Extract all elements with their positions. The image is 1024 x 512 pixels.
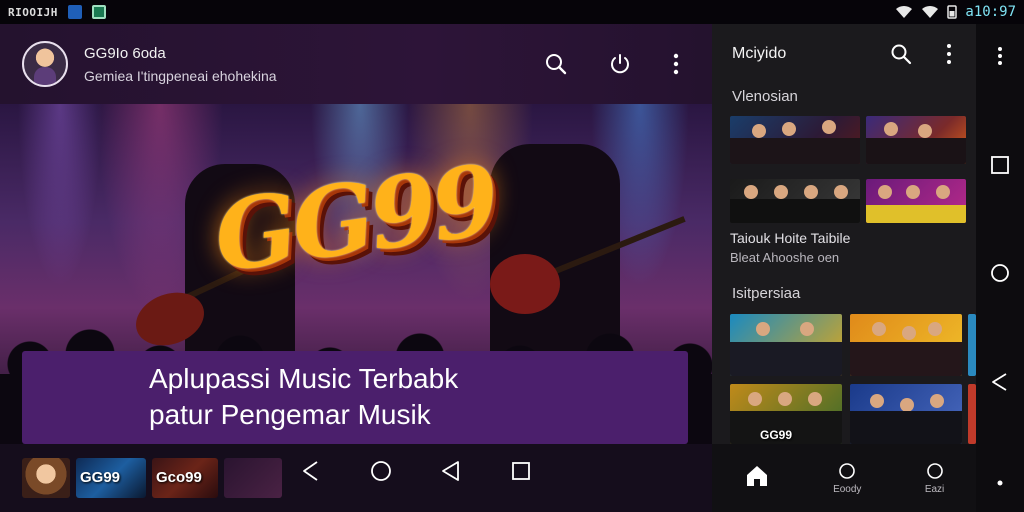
album-tile-partial[interactable]	[968, 314, 976, 376]
artist-face	[808, 392, 822, 406]
home-circle-icon[interactable]	[990, 263, 1010, 283]
square-icon[interactable]	[510, 460, 532, 482]
banner-line-2: patur Pengemar Musik	[149, 399, 431, 430]
artist-face	[884, 122, 898, 136]
notification-icon	[67, 5, 82, 19]
artist-face	[930, 394, 944, 408]
side-panel-title: Mciyido	[732, 45, 787, 62]
more-vert-icon[interactable]	[672, 52, 680, 76]
artist-face	[774, 185, 788, 199]
artist-face	[906, 185, 920, 199]
artist-face	[778, 392, 792, 406]
more-vert-icon[interactable]	[946, 43, 952, 65]
artist-face	[872, 322, 886, 336]
tile-badge: GG99	[760, 428, 793, 442]
tile-band	[730, 137, 860, 164]
artist-face	[900, 398, 914, 412]
wifi-icon	[896, 5, 913, 18]
trending-title: Taiouk Hoite Taibile	[730, 230, 851, 246]
circle-icon	[926, 462, 943, 479]
app-notification-icon	[91, 5, 106, 19]
promo-banner[interactable]: Aplupassi Music Terbabk patur Pengemar M…	[22, 351, 688, 444]
artist-face	[918, 124, 932, 138]
artist-face	[804, 185, 818, 199]
battery-icon	[947, 5, 958, 19]
artist-face	[902, 326, 916, 340]
system-nav	[976, 24, 1024, 512]
thumbnail[interactable]	[224, 458, 282, 498]
album-tile[interactable]: GG99	[730, 384, 842, 444]
thumbnail[interactable]: Gco99	[152, 458, 218, 498]
album-tile-partial[interactable]	[968, 384, 976, 444]
signal-icon	[922, 5, 939, 18]
tile-band	[850, 411, 962, 444]
thumbnail-label: Gco99	[156, 469, 202, 486]
artist-face	[822, 120, 836, 134]
page-subtitle: Gemiea I'tingpeneai ehohekina	[84, 67, 277, 84]
artist-face	[870, 394, 884, 408]
bottom-bar: GG99 Gco99	[0, 444, 712, 512]
album-tile[interactable]	[866, 179, 966, 223]
page-title: GG9Io 6oda	[84, 44, 166, 62]
album-tile[interactable]	[850, 384, 962, 444]
section-title: Isitpersiaa	[732, 285, 801, 302]
power-icon[interactable]	[608, 52, 632, 76]
thumbnail[interactable]	[22, 458, 70, 498]
album-tile[interactable]	[866, 116, 966, 164]
nav-library[interactable]: Eazi	[925, 462, 944, 495]
circle-icon	[839, 462, 856, 479]
tile-band	[866, 137, 966, 164]
banner-line-1: Aplupassi Music Terbabk	[149, 363, 459, 394]
app-header: GG9Io 6oda Gemiea I'tingpeneai ehohekina	[0, 24, 712, 104]
nav-browse[interactable]: Eoody	[833, 462, 861, 495]
artist-face	[800, 322, 814, 336]
avatar[interactable]	[22, 41, 68, 87]
tile-band	[850, 341, 962, 376]
album-tile[interactable]	[730, 179, 860, 223]
more-vert-icon[interactable]	[997, 46, 1003, 66]
thumbnail-label: GG99	[80, 469, 121, 486]
nav-home[interactable]	[744, 463, 770, 493]
home-icon	[746, 466, 767, 486]
trending-subtitle: Bleat Ahooshe oen	[730, 250, 840, 265]
nav-label: Eoody	[833, 483, 862, 495]
thumbnail[interactable]: GG99	[76, 458, 146, 498]
back-icon[interactable]	[440, 460, 462, 482]
side-panel: Mciyido Vlenosian Taiouk Hoite Taibile B…	[712, 24, 976, 512]
album-tile[interactable]	[850, 314, 962, 376]
status-time: a10:97	[965, 4, 1016, 20]
nav-label: Eazi	[924, 483, 945, 495]
dot-icon[interactable]	[997, 480, 1003, 486]
side-bottom-nav: Eoody Eazi	[712, 444, 976, 512]
artist-face	[878, 185, 892, 199]
artist-face	[752, 124, 766, 138]
artist-face	[756, 322, 770, 336]
back-icon[interactable]	[990, 372, 1010, 392]
status-bar: RIOOIJH a10:97	[0, 0, 1024, 24]
artist-face	[748, 392, 762, 406]
artist-face	[936, 185, 950, 199]
main-panel: GG9Io 6oda Gemiea I'tingpeneai ehohekina…	[0, 24, 712, 512]
search-icon[interactable]	[890, 43, 912, 65]
artist-face	[744, 185, 758, 199]
tile-band	[866, 205, 966, 223]
artist-face	[834, 185, 848, 199]
album-tile[interactable]	[730, 314, 842, 376]
tile-band	[730, 198, 860, 223]
guitar-body	[490, 254, 560, 314]
status-app-label: RIOOIJH	[8, 5, 58, 19]
search-icon[interactable]	[544, 52, 568, 76]
tile-band	[730, 341, 842, 376]
home-circle-icon[interactable]	[370, 460, 392, 482]
artist-face	[782, 122, 796, 136]
back-icon[interactable]	[300, 460, 322, 482]
artist-face	[928, 322, 942, 336]
section-title: Vlenosian	[732, 88, 798, 105]
album-tile[interactable]	[730, 116, 860, 164]
square-icon[interactable]	[990, 155, 1010, 175]
